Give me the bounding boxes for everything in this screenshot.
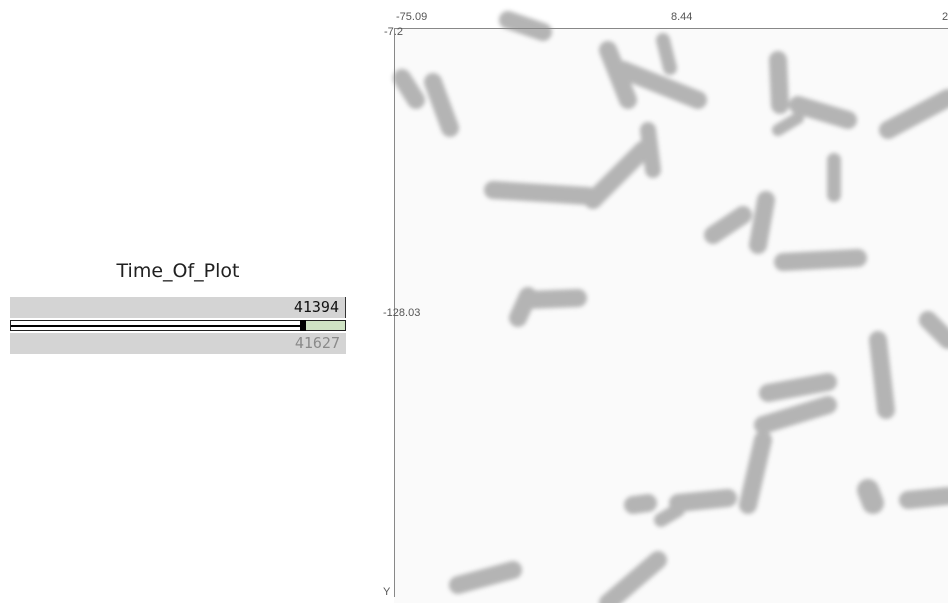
track-line [11,325,345,327]
particle-rod [774,249,867,271]
y-tick-label: -7.2 [384,26,403,38]
particle-rod [393,69,425,109]
particle-rod [519,289,587,309]
particle-rod [769,51,789,114]
particle-rod [640,122,661,178]
y-tick-label: -128.03 [383,307,421,319]
x-tick-label: 8.44 [671,11,693,23]
y-axis-label: Y [383,586,391,598]
particle-rod [654,503,685,527]
particle-rod [624,494,657,514]
x-tick-label: 2 [942,11,948,23]
plot-canvas [393,11,948,603]
particle-plot[interactable]: -75.09 8.44 2 -7.2 -128.03 Y [378,0,948,603]
particle-rod [656,33,677,75]
max-value-field: 41627 [10,333,346,354]
particle-rod [759,373,837,402]
slider-track[interactable] [10,320,346,331]
particle-rod [484,181,597,205]
current-value-field[interactable]: 41394 [10,297,346,318]
particle-rod [669,489,737,512]
particle-rod [749,191,775,254]
slider-thumb[interactable] [300,320,306,331]
particle-rod [869,331,895,419]
particle-rod [499,11,552,41]
particle-rod [899,487,948,509]
slider-title: Time_Of_Plot [116,260,240,282]
particle-rod [857,479,884,514]
x-tick-label: -75.09 [396,11,428,23]
top-axis-line [394,28,948,29]
track-remaining-range [305,321,345,330]
